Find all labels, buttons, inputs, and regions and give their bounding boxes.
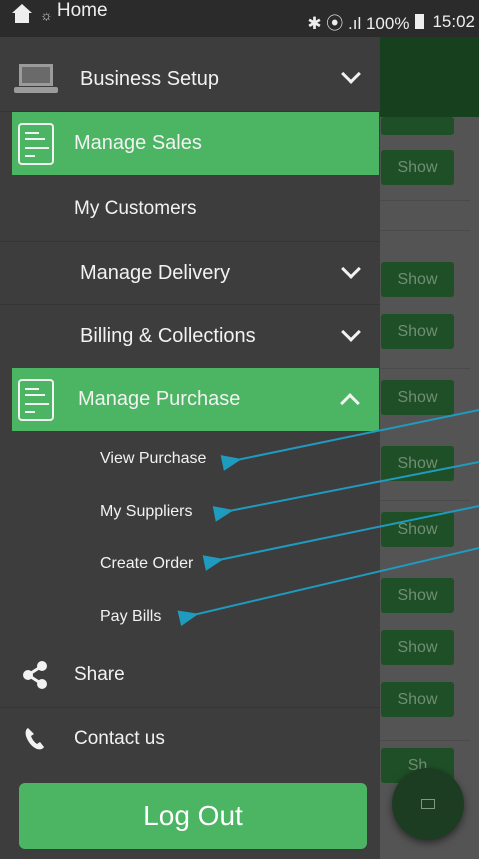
show-button[interactable]: Show xyxy=(381,150,454,185)
logout-button[interactable]: Log Out xyxy=(19,783,367,849)
chevron-down-icon[interactable] xyxy=(341,259,361,279)
menu-share[interactable]: Share xyxy=(0,643,380,707)
menu-my-customers-label: My Customers xyxy=(74,198,197,219)
menu-business-setup-label: Business Setup xyxy=(80,67,219,90)
list-divider xyxy=(380,200,470,201)
submenu-my-suppliers[interactable]: My Suppliers xyxy=(100,503,192,521)
menu-manage-purchase-label: Manage Purchase xyxy=(78,388,241,410)
list-divider xyxy=(380,740,470,741)
menu-manage-purchase[interactable]: Manage Purchase xyxy=(12,368,379,431)
menu-business-setup[interactable]: Business Setup xyxy=(0,47,380,111)
menu-manage-delivery[interactable]: Manage Delivery xyxy=(0,242,380,304)
menu-manage-sales[interactable]: Manage Sales xyxy=(12,112,379,175)
menu-billing-collections-label: Billing & Collections xyxy=(80,324,256,347)
show-button[interactable]: Show xyxy=(381,512,454,547)
phone-icon xyxy=(25,728,44,750)
show-button[interactable]: Show xyxy=(381,630,454,665)
status-time: 15:02 xyxy=(432,11,475,31)
menu-contact-us[interactable]: Contact us xyxy=(0,708,380,770)
mail-fab[interactable] xyxy=(392,768,464,840)
menu-contact-us-label: Contact us xyxy=(74,728,165,749)
laptop-icon xyxy=(14,62,58,96)
menu-share-label: Share xyxy=(74,664,125,685)
show-button[interactable] xyxy=(381,117,454,135)
list-divider xyxy=(380,230,470,231)
status-home-label: Home xyxy=(56,0,108,21)
status-bar: ☼ Home ✱ ⦿ .ıl 100% 15:02 xyxy=(0,0,479,37)
chevron-down-icon[interactable] xyxy=(341,322,361,342)
status-indicators: ✱ ⦿ .ıl 100% xyxy=(307,14,410,33)
invoice-icon xyxy=(18,378,54,421)
navigation-drawer: Business Setup Manage Sales My Customers… xyxy=(0,37,380,859)
submenu-create-order[interactable]: Create Order xyxy=(100,555,193,573)
home-icon xyxy=(8,4,36,26)
mail-icon xyxy=(421,799,435,809)
chevron-down-icon[interactable] xyxy=(341,64,361,84)
chevron-up-icon[interactable] xyxy=(340,393,360,413)
show-button[interactable]: Show xyxy=(381,314,454,349)
show-button[interactable]: Show xyxy=(381,446,454,481)
show-button[interactable]: Show xyxy=(381,682,454,717)
battery-icon xyxy=(415,14,425,29)
status-right: ✱ ⦿ .ıl 100% 15:02 xyxy=(307,9,475,34)
status-left: ☼ Home xyxy=(8,0,108,26)
menu-manage-delivery-label: Manage Delivery xyxy=(80,261,231,284)
menu-my-customers[interactable]: My Customers xyxy=(0,177,380,241)
invoice-icon xyxy=(18,122,54,165)
show-button[interactable]: Show xyxy=(381,262,454,297)
list-divider xyxy=(380,500,470,501)
menu-billing-collections[interactable]: Billing & Collections xyxy=(0,305,380,367)
list-divider xyxy=(380,368,470,369)
menu-manage-sales-label: Manage Sales xyxy=(74,132,202,154)
submenu-pay-bills[interactable]: Pay Bills xyxy=(100,608,161,626)
submenu-view-purchase[interactable]: View Purchase xyxy=(100,450,206,468)
share-icon xyxy=(23,661,47,689)
show-button[interactable]: Show xyxy=(381,380,454,415)
weather-icon: ☼ xyxy=(40,7,53,23)
show-button[interactable]: Show xyxy=(381,578,454,613)
